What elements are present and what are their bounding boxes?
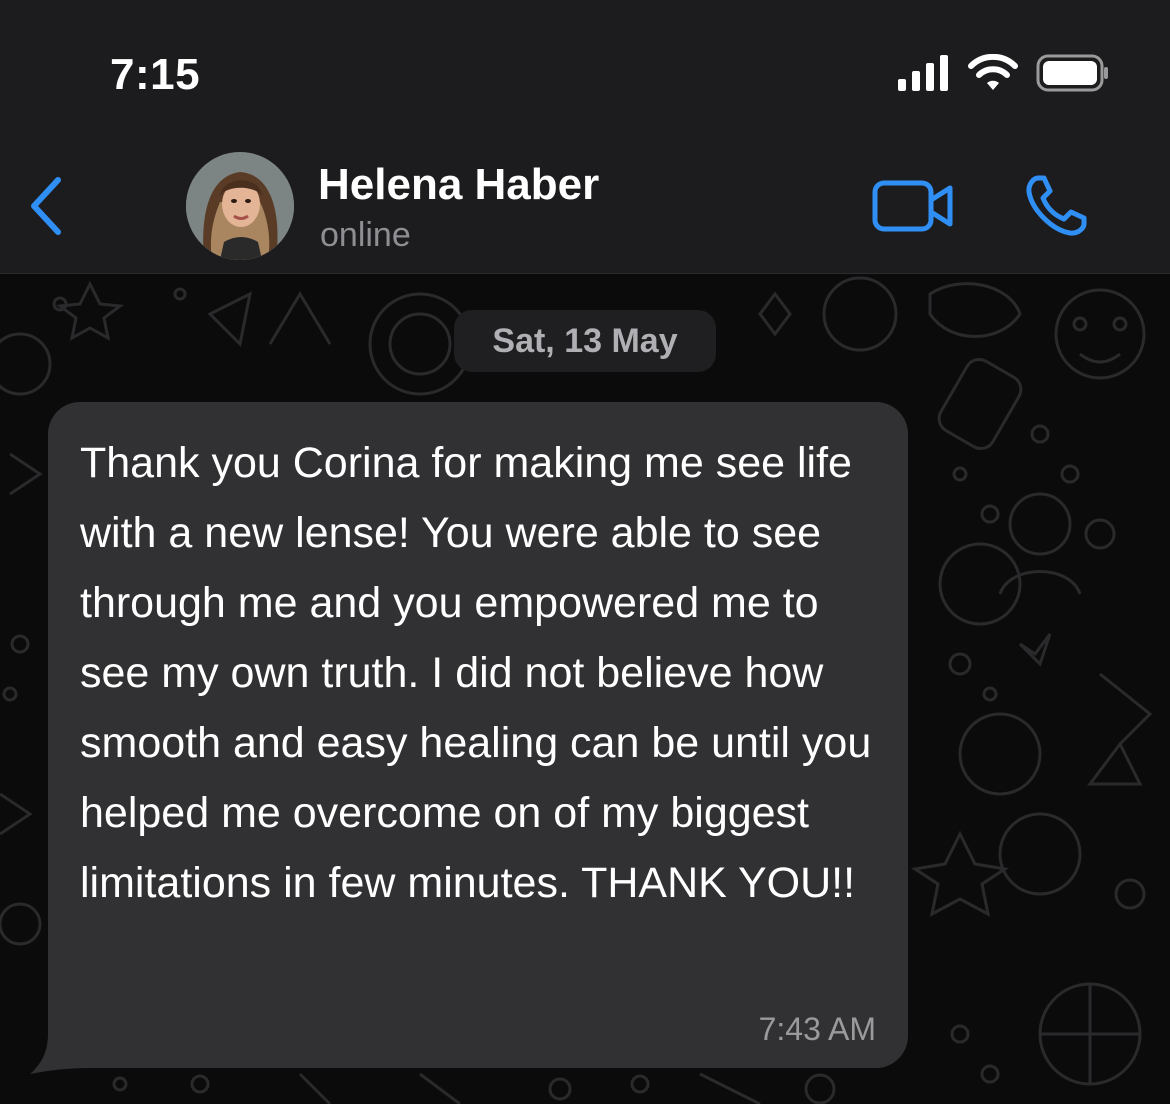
back-chevron-icon[interactable]	[24, 174, 68, 238]
message-timestamp: 7:43 AM	[758, 1011, 876, 1047]
contact-status: online	[320, 216, 411, 254]
status-time: 7:15	[110, 50, 201, 99]
wifi-icon	[968, 54, 1018, 90]
date-separator: Sat, 13 May	[454, 310, 716, 372]
message-bubble-incoming[interactable]: Thank you Corina for making me see life …	[48, 402, 908, 1068]
status-bar: 7:15	[0, 0, 1170, 140]
chat-area[interactable]: Sat, 13 May Thank you Corina for making …	[0, 274, 1170, 1104]
phone-call-icon[interactable]	[1024, 174, 1088, 238]
chat-header: Helena Haber online	[0, 140, 1170, 274]
contact-avatar[interactable]	[186, 152, 294, 260]
contact-name[interactable]: Helena Haber	[318, 160, 599, 210]
status-icons	[898, 54, 1110, 92]
battery-icon	[1036, 54, 1108, 92]
message-text: Thank you Corina for making me see life …	[80, 439, 884, 907]
video-call-icon[interactable]	[872, 178, 954, 234]
signal-icon	[898, 55, 948, 91]
